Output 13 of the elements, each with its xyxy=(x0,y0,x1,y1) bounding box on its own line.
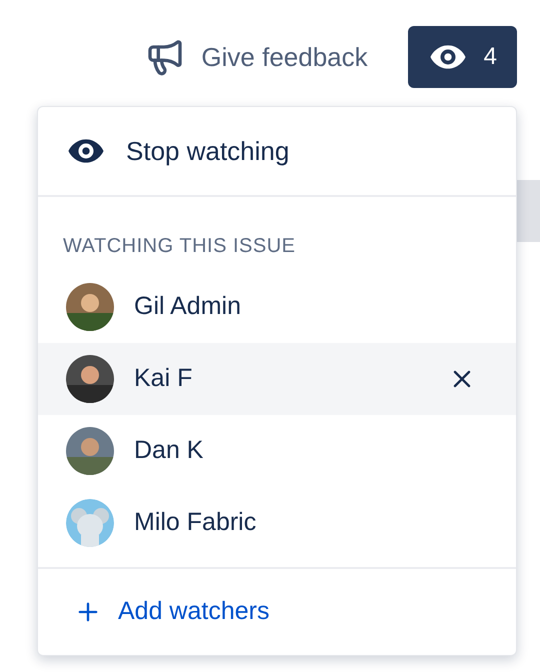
watcher-item[interactable]: Gil Admin xyxy=(38,271,516,343)
watcher-name: Kai F xyxy=(134,363,194,394)
watcher-item[interactable]: Kai F xyxy=(38,343,516,415)
watcher-name: Gil Admin xyxy=(134,291,242,322)
section-title: WATCHING THIS ISSUE xyxy=(62,234,296,259)
watch-button[interactable]: 4 xyxy=(408,26,517,88)
watcher-name: Milo Fabric xyxy=(134,507,258,538)
give-feedback-link[interactable]: Give feedback xyxy=(201,38,368,76)
watcher-item[interactable]: Milo Fabric xyxy=(38,487,516,559)
watcher-name: Dan K xyxy=(134,435,204,466)
add-watchers-item[interactable]: Add watchers xyxy=(38,569,516,655)
stop-watching-item[interactable]: Stop watching xyxy=(38,107,516,195)
watcher-item[interactable]: Dan K xyxy=(38,415,516,487)
